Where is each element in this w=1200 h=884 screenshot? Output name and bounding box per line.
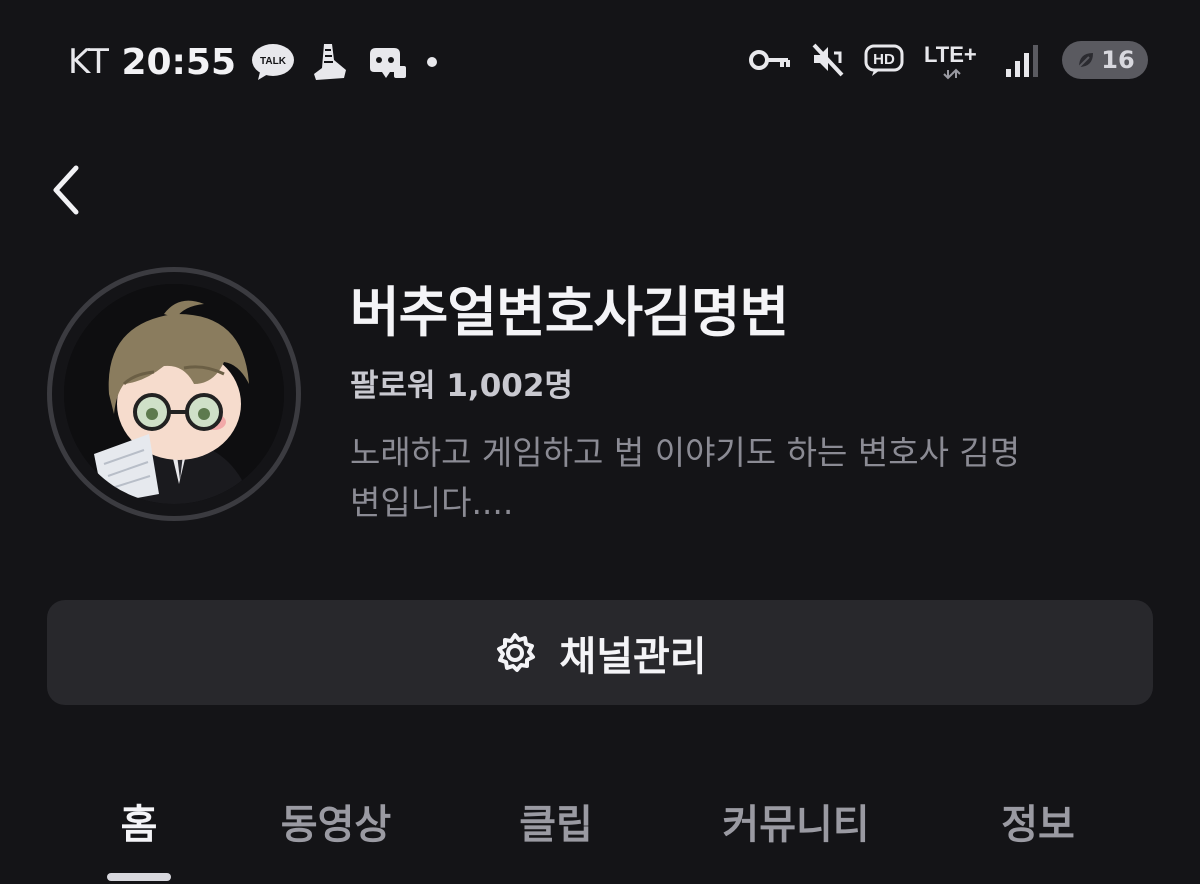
active-tab-indicator (107, 873, 171, 881)
leaf-icon (1075, 49, 1097, 71)
back-button[interactable] (38, 160, 94, 220)
avatar (64, 284, 284, 504)
mute-icon (810, 41, 846, 79)
channel-description[interactable]: 노래하고 게임하고 법 이야기도 하는 변호사 김명변입니다.... (350, 428, 1050, 528)
tab-home[interactable]: 홈 (121, 792, 158, 850)
game-app-icon (364, 42, 408, 82)
avatar-illustration (64, 284, 284, 504)
channel-name: 버추얼변호사김명변 (350, 281, 789, 344)
status-right: HD LTE+ 16 (748, 40, 1148, 80)
status-left: KT 20:55 TALK (68, 40, 442, 84)
lte-icon: LTE+ (924, 40, 986, 80)
carrier-label: KT (68, 42, 110, 82)
svg-text:LTE+: LTE+ (924, 42, 977, 67)
tab-bar: 홈 동영상 클립 커뮤니티 정보 (0, 780, 1200, 884)
status-bar: KT 20:55 TALK HD LTE+ 16 (0, 30, 1200, 96)
tab-community[interactable]: 커뮤니티 (722, 792, 869, 850)
clock: 20:55 (121, 41, 237, 83)
follower-count: 팔로워 1,002명 (350, 368, 573, 404)
vpn-key-icon (748, 45, 792, 75)
shoe-app-icon (310, 40, 350, 84)
battery-indicator: 16 (1062, 41, 1148, 79)
battery-level: 16 (1101, 46, 1135, 74)
chevron-left-icon (53, 165, 79, 215)
gear-icon (497, 632, 536, 672)
kakaotalk-icon: TALK (250, 42, 296, 82)
dot-icon (422, 52, 442, 72)
tab-info[interactable]: 정보 (1001, 792, 1075, 850)
svg-text:TALK: TALK (260, 56, 287, 67)
channel-manage-button[interactable]: 채널관리 (47, 600, 1153, 705)
channel-manage-label: 채널관리 (559, 633, 707, 680)
channel-page: KT 20:55 TALK HD LTE+ 16 버추얼변호사김명변 팔로워 1… (0, 0, 1200, 884)
signal-icon (1004, 41, 1044, 79)
svg-text:HD: HD (873, 51, 895, 68)
tab-videos[interactable]: 동영상 (281, 792, 391, 850)
avatar-ring[interactable] (47, 267, 301, 521)
tab-clips[interactable]: 클립 (519, 792, 593, 850)
hd-icon: HD (864, 42, 906, 78)
